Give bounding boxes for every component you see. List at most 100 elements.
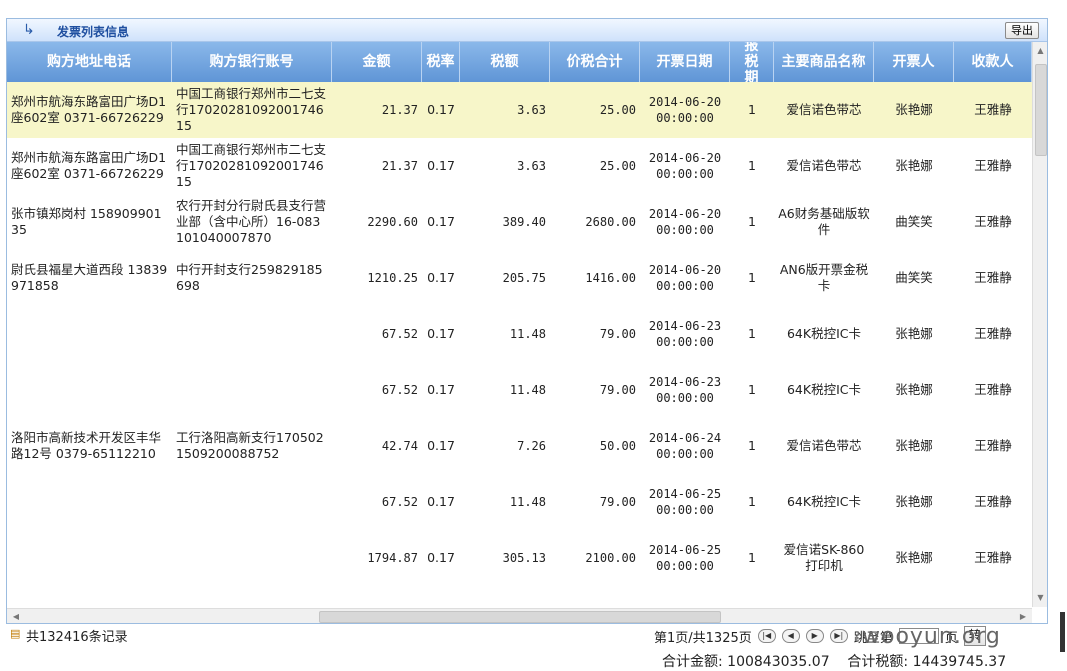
vertical-scroll-thumb[interactable] <box>1035 64 1047 156</box>
column-header-addr[interactable]: 购方地址电话 <box>7 42 172 82</box>
horizontal-scroll-thumb[interactable] <box>319 611 721 623</box>
scroll-up-icon[interactable]: ▲ <box>1033 44 1047 58</box>
cell-bank: 工行洛阳高新支行1705021509200088752 <box>176 430 324 461</box>
cell-period: 1 <box>748 326 756 341</box>
last-page-icon[interactable]: ▶| <box>829 629 848 643</box>
cell-tax: 389.40 <box>502 215 546 229</box>
cell-period: 1 <box>748 382 756 397</box>
cell-goods: 爱信诺色带芯 <box>786 102 862 117</box>
column-header-tax[interactable]: 税额 <box>460 42 550 82</box>
cell-rate: 0.17 <box>427 270 455 285</box>
cell-bank: 农行开封分行尉氏县支行营业部（含中心所）16-083101040007870 <box>176 198 327 245</box>
column-header-issuer[interactable]: 开票人 <box>874 42 954 82</box>
cell-addr: 尉氏县福星大道西段 13839971858 <box>11 262 168 293</box>
cell-payee: 王雅静 <box>974 270 1012 285</box>
cell-period: 1 <box>748 550 756 565</box>
cell-tax: 3.63 <box>517 103 546 117</box>
total-tax-value: 14439745.37 <box>912 654 1007 670</box>
table-row[interactable]: 2014-06-25 <box>7 586 1032 607</box>
cell-addr <box>7 474 172 530</box>
cell-amount: 21.37 <box>381 159 418 173</box>
cell-date: 2014-06-25 00:00:00 <box>648 487 722 517</box>
cell-rate: 0.17 <box>427 214 455 229</box>
cell-payee: 王雅静 <box>974 102 1012 117</box>
cell-payee: 王雅静 <box>974 438 1012 453</box>
cell-tax: 11.48 <box>509 383 546 397</box>
scroll-right-icon[interactable]: ▶ <box>1016 609 1030 623</box>
column-header-payee[interactable]: 收款人 <box>954 42 1032 82</box>
table-row[interactable]: 张市镇郑岗村 15890990135 农行开封分行尉氏县支行营业部（含中心所）16… <box>7 194 1032 250</box>
table-row[interactable]: 洛阳市高新技术开发区丰华路12号 0379-65112210 工行洛阳高新支行17… <box>7 418 1032 474</box>
cell-goods <box>774 586 874 607</box>
export-button[interactable]: 导出 <box>1005 22 1039 39</box>
cell-rate <box>422 586 460 607</box>
edge-bar <box>1060 612 1065 652</box>
cell-amount: 67.52 <box>381 327 418 341</box>
cell-period: 1 <box>748 270 756 285</box>
column-header-goods[interactable]: 主要商品名称 <box>774 42 874 82</box>
column-header-date[interactable]: 开票日期 <box>640 42 730 82</box>
cell-rate: 0.17 <box>427 382 455 397</box>
cell-goods: 64K税控IC卡 <box>786 494 862 509</box>
page-indicator: 第1页/共1325页 <box>654 630 752 646</box>
table-row[interactable]: 67.52 0.17 11.48 79.00 2014-06-23 00:00:00 1 6… <box>7 306 1032 362</box>
table-row[interactable]: 1794.87 0.17 305.13 2100.00 2014-06-25 00:00… <box>7 530 1032 586</box>
table-row[interactable]: 67.52 0.17 11.48 79.00 2014-06-23 00:00:00 1 6… <box>7 362 1032 418</box>
cell-addr <box>7 306 172 362</box>
cell-payee <box>954 586 1032 607</box>
arrow-return-icon: ↳ <box>23 22 35 38</box>
panel-title: 发票列表信息 <box>57 25 130 39</box>
cell-period: 1 <box>748 438 756 453</box>
column-header-amount[interactable]: 金额 <box>332 42 422 82</box>
cell-period: 1 <box>748 102 756 117</box>
table-row[interactable]: 郑州市航海东路富田广场D1座602室 0371-66726229 中国工商银行郑州… <box>7 138 1032 194</box>
watermark: wooyun.org <box>862 624 1001 649</box>
table-row[interactable]: 67.52 0.17 11.48 79.00 2014-06-25 00:00:00 1 6… <box>7 474 1032 530</box>
column-header-bank[interactable]: 购方银行账号 <box>172 42 332 82</box>
first-page-icon[interactable]: |◀ <box>757 629 776 643</box>
cell-addr <box>7 586 172 607</box>
scroll-down-icon[interactable]: ▼ <box>1033 591 1047 605</box>
cell-total: 79.00 <box>599 495 636 509</box>
cell-payee: 王雅静 <box>974 214 1012 229</box>
cell-addr: 洛阳市高新技术开发区丰华路12号 0379-65112210 <box>11 430 162 461</box>
cell-date: 2014-06-25 <box>640 586 730 607</box>
table-header: 购方地址电话 购方银行账号 金额 税率 税额 价税合计 开票日期 报税期 主要商品名称 开票人 收款… <box>7 42 1032 82</box>
invoice-list-panel: ↳ 发票列表信息 导出 购方地址电话 购方银行账号 金额 税率 税额 价税合计 开票日期 报税… <box>6 18 1048 624</box>
panel-titlebar: ↳ 发票列表信息 导出 <box>7 19 1047 42</box>
next-page-icon[interactable]: ▶ <box>805 629 824 643</box>
column-header-period[interactable]: 报税期 <box>730 42 774 82</box>
vertical-scrollbar[interactable]: ▲ ▼ <box>1032 42 1047 607</box>
cell-total: 79.00 <box>599 327 636 341</box>
horizontal-scrollbar[interactable]: ◀ ▶ <box>7 608 1032 623</box>
cell-tax: 3.63 <box>517 159 546 173</box>
column-header-rate[interactable]: 税率 <box>422 42 460 82</box>
cell-payee: 王雅静 <box>974 550 1012 565</box>
cell-total: 2100.00 <box>585 551 636 565</box>
cell-issuer: 张艳娜 <box>895 158 933 173</box>
cell-issuer: 张艳娜 <box>895 494 933 509</box>
cell-total: 50.00 <box>599 439 636 453</box>
cell-issuer <box>874 586 954 607</box>
cell-rate: 0.17 <box>427 326 455 341</box>
cell-payee: 王雅静 <box>974 326 1012 341</box>
cell-total: 25.00 <box>599 159 636 173</box>
cell-tax <box>460 586 550 607</box>
cell-bank <box>172 586 332 607</box>
cell-issuer: 曲笑笑 <box>895 214 933 229</box>
scroll-left-icon[interactable]: ◀ <box>9 609 23 623</box>
record-count: 共132416条记录 <box>26 630 128 645</box>
cell-period: 1 <box>748 158 756 173</box>
cell-issuer: 张艳娜 <box>895 382 933 397</box>
cell-date: 2014-06-23 00:00:00 <box>648 375 722 405</box>
column-header-total[interactable]: 价税合计 <box>550 42 640 82</box>
cell-bank: 中行开封支行259829185698 <box>176 262 323 293</box>
table-row[interactable]: 尉氏县福星大道西段 13839971858 中行开封支行259829185698 1… <box>7 250 1032 306</box>
cell-rate: 0.17 <box>427 494 455 509</box>
prev-page-icon[interactable]: ◀ <box>781 629 800 643</box>
cell-issuer: 曲笑笑 <box>895 270 933 285</box>
cell-payee: 王雅静 <box>974 494 1012 509</box>
table-row[interactable]: 郑州市航海东路富田广场D1座602室 0371-66726229 中国工商银行郑州… <box>7 82 1032 138</box>
total-amount-label: 合计金额: <box>662 654 723 670</box>
total-tax-label: 合计税额: <box>847 654 909 670</box>
